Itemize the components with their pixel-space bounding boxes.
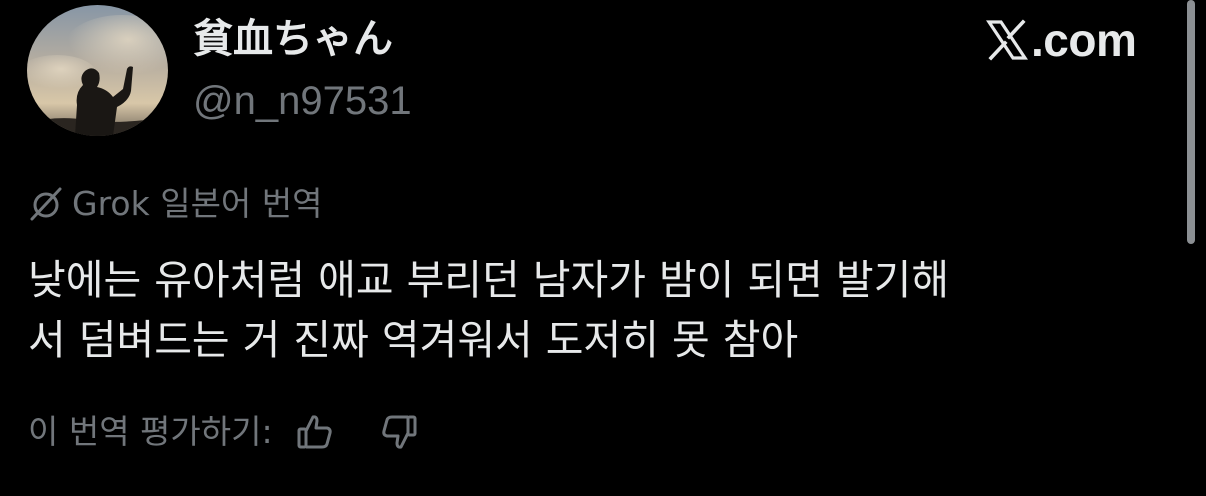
tweet-line: 낮에는 유아처럼 애교 부리던 남자가 밤이 되면 발기해	[28, 256, 950, 304]
thumbs-down-icon	[381, 415, 417, 449]
thumbs-up-icon	[297, 415, 332, 449]
tweet-text: 낮에는 유아처럼 애교 부리던 남자가 밤이 되면 발기해 서 덤벼드는 거 진…	[28, 250, 1168, 370]
avatar-image	[27, 5, 168, 136]
translation-header: Grok 일본어 번역	[28, 182, 323, 226]
thumbs-down-button[interactable]	[375, 410, 423, 454]
brand-watermark: .com	[985, 14, 1137, 66]
brand-domain: .com	[1031, 14, 1137, 66]
grok-icon	[30, 187, 62, 221]
thumbs-up-button[interactable]	[291, 410, 339, 454]
x-logo-icon	[986, 19, 1028, 61]
rating-label: 이 번역 평가하기:	[28, 412, 273, 451]
display-name[interactable]: 貧血ちゃん	[193, 14, 393, 64]
tweet-line: 서 덤벼드는 거 진짜 역겨워서 도저히 못 참아	[28, 316, 799, 364]
translation-rating: 이 번역 평가하기:	[28, 410, 423, 454]
user-handle[interactable]: @n_n97531	[193, 77, 412, 125]
translation-label: Grok 일본어 번역	[72, 184, 323, 223]
avatar[interactable]	[27, 5, 168, 136]
scrollbar[interactable]	[1187, 0, 1195, 244]
